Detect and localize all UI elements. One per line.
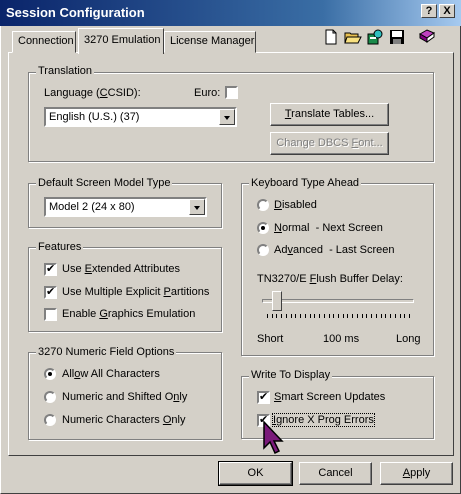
keyboard-type-ahead-group: [241, 183, 434, 356]
slider-tick: [404, 314, 405, 318]
screen-model-legend: Default Screen Model Type: [36, 177, 173, 189]
euro-label: Euro:: [194, 87, 221, 99]
tab-3270-emulation[interactable]: 3270 Emulation: [78, 28, 164, 54]
chevron-down-icon[interactable]: [189, 199, 205, 215]
keyboard-disabled-radio[interactable]: [257, 199, 269, 211]
keyboard-normal-radio[interactable]: [257, 222, 269, 234]
chevron-down-icon[interactable]: [219, 109, 235, 125]
keyboard-type-ahead-legend: Keyboard Type Ahead: [249, 177, 362, 189]
translate-tables-button[interactable]: Translate Tables...: [270, 103, 389, 126]
settings-icon[interactable]: [366, 28, 384, 46]
new-document-icon[interactable]: [322, 28, 340, 46]
slider-tick: [376, 314, 377, 318]
slider-tick: [357, 314, 358, 318]
apply-button[interactable]: Apply: [380, 462, 453, 485]
numeric-field-legend: 3270 Numeric Field Options: [36, 346, 177, 358]
slider-tick: [276, 314, 277, 318]
slider-track: [262, 299, 414, 303]
slider-tick: [395, 314, 396, 318]
window-title: Session Configuration: [6, 5, 145, 20]
language-dropdown[interactable]: English (U.S.) (37): [44, 107, 237, 127]
numeric-shifted-label: Numeric and Shifted Only: [62, 391, 188, 403]
features-legend: Features: [36, 241, 84, 253]
screen-model-dropdown[interactable]: Model 2 (24 x 80): [44, 197, 207, 217]
scale-short-label: Short: [257, 333, 284, 345]
slider-tick: [267, 314, 268, 318]
slider-tick: [286, 314, 287, 318]
slider-tick: [281, 314, 282, 318]
keyboard-advanced-radio[interactable]: [257, 244, 269, 256]
slider-tick: [343, 314, 344, 318]
slider-tick: [400, 314, 401, 318]
write-to-display-legend: Write To Display: [249, 369, 333, 381]
extended-attributes-label: Use Extended Attributes: [62, 263, 181, 275]
mouse-cursor-icon: [263, 420, 284, 455]
tab-license-manager[interactable]: License Manager: [164, 31, 256, 53]
slider-tick: [305, 314, 306, 318]
flush-buffer-slider[interactable]: [262, 290, 414, 326]
graphics-emulation-label: Enable Graphics Emulation: [62, 308, 196, 320]
slider-tick: [333, 314, 334, 318]
numeric-only-label: Numeric Characters Only: [62, 414, 186, 426]
slider-tick: [390, 314, 391, 318]
open-folder-icon[interactable]: [344, 28, 362, 46]
close-button[interactable]: X: [439, 4, 455, 18]
scale-long-label: Long: [396, 333, 421, 345]
slider-tick: [314, 314, 315, 318]
screen-model-value: Model 2 (24 x 80): [49, 201, 135, 213]
smart-screen-updates-label: Smart Screen Updates: [274, 391, 386, 403]
slider-tick: [310, 314, 311, 318]
slider-thumb[interactable]: [272, 291, 282, 311]
slider-tick: [352, 314, 353, 318]
explicit-partitions-label: Use Multiple Explicit Partitions: [62, 286, 210, 298]
slider-tick: [319, 314, 320, 318]
numeric-only-radio[interactable]: [44, 414, 56, 426]
slider-ticks: [262, 314, 414, 319]
allow-all-label: Allow All Characters: [62, 368, 160, 380]
slider-tick: [362, 314, 363, 318]
change-dbcs-font-button[interactable]: Change DBCS Font...: [270, 132, 389, 155]
translation-legend: Translation: [36, 65, 95, 77]
slider-tick: [385, 314, 386, 318]
slider-tick: [409, 314, 410, 318]
language-label: Language (CCSID):: [44, 87, 141, 99]
allow-all-radio[interactable]: [44, 368, 56, 380]
slider-tick: [366, 314, 367, 318]
ok-button[interactable]: OK: [218, 461, 293, 486]
language-value: English (U.S.) (37): [49, 111, 140, 123]
keyboard-advanced-label: Advanced - Last Screen: [274, 244, 395, 256]
keyboard-normal-label: Normal - Next Screen: [274, 222, 383, 234]
tab-connection[interactable]: Connection: [12, 31, 76, 53]
slider-tick: [347, 314, 348, 318]
scale-mid-label: 100 ms: [323, 333, 360, 345]
slider-tick: [371, 314, 372, 318]
slider-tick: [291, 314, 292, 318]
smart-screen-updates-checkbox[interactable]: [257, 390, 270, 404]
flush-buffer-label: TN3270/E Flush Buffer Delay:: [257, 273, 403, 285]
extended-attributes-checkbox[interactable]: [44, 262, 57, 276]
slider-tick: [324, 314, 325, 318]
cancel-button[interactable]: Cancel: [299, 462, 372, 485]
ignore-x-prog-errors-label: Ignore X Prog Errors: [272, 413, 375, 427]
slider-tick: [329, 314, 330, 318]
slider-tick: [381, 314, 382, 318]
help-button[interactable]: ?: [421, 4, 437, 18]
numeric-shifted-radio[interactable]: [44, 391, 56, 403]
graphics-emulation-checkbox[interactable]: [44, 308, 57, 321]
slider-tick: [272, 314, 273, 318]
slider-tick: [295, 314, 296, 318]
slider-tick: [338, 314, 339, 318]
book-icon[interactable]: [418, 28, 436, 46]
save-icon[interactable]: [388, 28, 406, 46]
euro-checkbox[interactable]: [225, 86, 238, 99]
slider-tick: [300, 314, 301, 318]
keyboard-disabled-label: Disabled: [274, 199, 317, 211]
explicit-partitions-checkbox[interactable]: [44, 285, 57, 299]
